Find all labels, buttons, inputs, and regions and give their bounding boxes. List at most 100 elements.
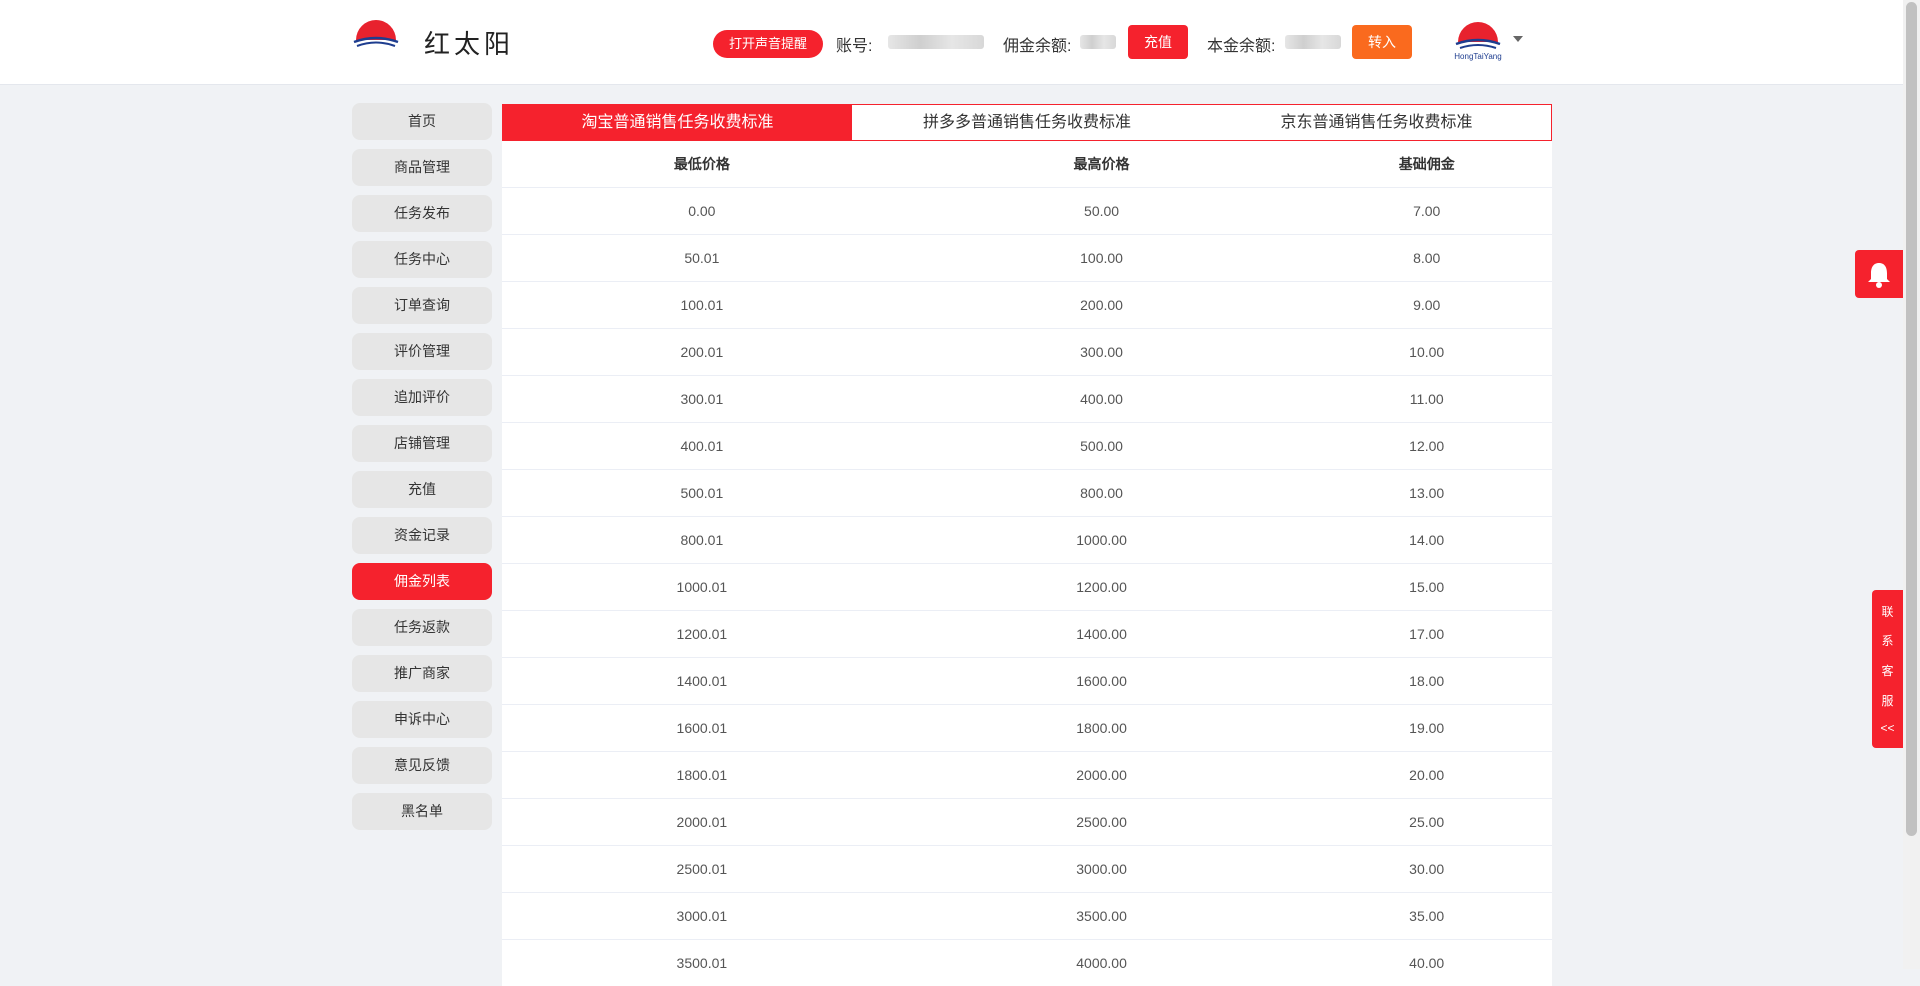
brand-logo[interactable]	[351, 18, 401, 60]
table-cell: 3000.00	[902, 846, 1302, 893]
table-cell: 200.00	[902, 282, 1302, 329]
table-cell: 400.01	[502, 423, 902, 470]
commission-balance-label: 佣金余额:	[1003, 32, 1071, 56]
scrollbar-thumb[interactable]	[1906, 2, 1917, 836]
table-cell: 25.00	[1301, 799, 1552, 846]
table-cell: 10.00	[1301, 329, 1552, 376]
table-row: 1600.011800.0019.00	[502, 705, 1552, 752]
sidebar-item[interactable]: 追加评价	[352, 379, 492, 416]
brand-name: 红太阳	[424, 24, 514, 61]
table-cell: 4000.00	[902, 940, 1302, 986]
table-cell: 800.01	[502, 517, 902, 564]
top-header: 红太阳 打开声音提醒 账号: 佣金余额: 充值 本金余额: 转入 HongTai…	[0, 0, 1903, 85]
table-cell: 0.00	[502, 188, 902, 235]
table-cell: 800.00	[902, 470, 1302, 517]
sidebar-item[interactable]: 申诉中心	[352, 701, 492, 738]
table-cell: 13.00	[1301, 470, 1552, 517]
table-cell: 1000.01	[502, 564, 902, 611]
sidebar-item[interactable]: 任务返款	[352, 609, 492, 646]
customer-service-char: 联	[1881, 603, 1893, 620]
col-max-price: 最高价格	[902, 141, 1302, 188]
bell-icon	[1855, 250, 1903, 298]
customer-service-char: 客	[1881, 662, 1893, 679]
table-cell: 14.00	[1301, 517, 1552, 564]
table-cell: 17.00	[1301, 611, 1552, 658]
table-cell: 30.00	[1301, 846, 1552, 893]
sidebar-item[interactable]: 黑名单	[352, 793, 492, 830]
table-cell: 2000.01	[502, 799, 902, 846]
table-row: 100.01200.009.00	[502, 282, 1552, 329]
notification-button[interactable]	[1855, 250, 1903, 298]
table-row: 0.0050.007.00	[502, 188, 1552, 235]
sound-alert-button[interactable]: 打开声音提醒	[713, 30, 823, 58]
page-scrollbar[interactable]	[1903, 0, 1920, 969]
sidebar-item[interactable]: 商品管理	[352, 149, 492, 186]
sidebar-item[interactable]: 订单查询	[352, 287, 492, 324]
sidebar-item[interactable]: 佣金列表	[352, 563, 492, 600]
table-cell: 500.00	[902, 423, 1302, 470]
platform-tabs: 淘宝普通销售任务收费标准 拼多多普通销售任务收费标准 京东普通销售任务收费标准	[502, 104, 1552, 141]
table-cell: 3500.00	[902, 893, 1302, 940]
col-min-price: 最低价格	[502, 141, 902, 188]
sidebar-item[interactable]: 推广商家	[352, 655, 492, 692]
customer-service-tab[interactable]: 联系客服 <<	[1872, 590, 1903, 748]
table-cell: 11.00	[1301, 376, 1552, 423]
table-row: 1400.011600.0018.00	[502, 658, 1552, 705]
recharge-button[interactable]: 充值	[1128, 25, 1188, 59]
table-row: 800.011000.0014.00	[502, 517, 1552, 564]
table-cell: 50.01	[502, 235, 902, 282]
table-row: 1200.011400.0017.00	[502, 611, 1552, 658]
table-row: 3000.013500.0035.00	[502, 893, 1552, 940]
table-cell: 8.00	[1301, 235, 1552, 282]
table-cell: 100.01	[502, 282, 902, 329]
table-cell: 50.00	[902, 188, 1302, 235]
table-cell: 300.00	[902, 329, 1302, 376]
col-base-commission: 基础佣金	[1301, 141, 1552, 188]
table-cell: 1200.00	[902, 564, 1302, 611]
table-row: 1800.012000.0020.00	[502, 752, 1552, 799]
table-cell: 19.00	[1301, 705, 1552, 752]
table-cell: 3000.01	[502, 893, 902, 940]
table-cell: 7.00	[1301, 188, 1552, 235]
table-cell: 1000.00	[902, 517, 1302, 564]
tab-pinduoduo[interactable]: 拼多多普通销售任务收费标准	[852, 105, 1202, 140]
tab-taobao[interactable]: 淘宝普通销售任务收费标准	[503, 105, 852, 140]
transfer-in-button[interactable]: 转入	[1352, 25, 1412, 59]
table-cell: 1800.01	[502, 752, 902, 799]
sidebar-item[interactable]: 评价管理	[352, 333, 492, 370]
commission-table: 最低价格 最高价格 基础佣金 0.0050.007.0050.01100.008…	[502, 141, 1552, 986]
table-row: 1000.011200.0015.00	[502, 564, 1552, 611]
sidebar-item[interactable]: 意见反馈	[352, 747, 492, 784]
table-cell: 2000.00	[902, 752, 1302, 799]
table-row: 200.01300.0010.00	[502, 329, 1552, 376]
table-row: 2000.012500.0025.00	[502, 799, 1552, 846]
table-cell: 100.00	[902, 235, 1302, 282]
sidebar-item[interactable]: 任务发布	[352, 195, 492, 232]
customer-service-char: <<	[1880, 721, 1894, 735]
table-row: 2500.013000.0030.00	[502, 846, 1552, 893]
table-cell: 400.00	[902, 376, 1302, 423]
commission-balance-masked	[1080, 35, 1116, 49]
table-cell: 1800.00	[902, 705, 1302, 752]
customer-service-char: 系	[1881, 632, 1893, 649]
table-cell: 2500.01	[502, 846, 902, 893]
table-cell: 2500.00	[902, 799, 1302, 846]
table-cell: 40.00	[1301, 940, 1552, 986]
sidebar-item[interactable]: 充值	[352, 471, 492, 508]
sidebar-item[interactable]: 店铺管理	[352, 425, 492, 462]
table-cell: 1200.01	[502, 611, 902, 658]
table-cell: 35.00	[1301, 893, 1552, 940]
table-row: 400.01500.0012.00	[502, 423, 1552, 470]
sidebar-item[interactable]: 资金记录	[352, 517, 492, 554]
table-row: 500.01800.0013.00	[502, 470, 1552, 517]
customer-service-char: 服	[1881, 692, 1893, 709]
table-cell: 18.00	[1301, 658, 1552, 705]
user-avatar[interactable]: HongTaiYang	[1448, 18, 1508, 62]
sidebar-item[interactable]: 首页	[352, 103, 492, 140]
table-cell: 9.00	[1301, 282, 1552, 329]
table-cell: 300.01	[502, 376, 902, 423]
chevron-down-icon[interactable]	[1513, 36, 1523, 42]
table-cell: 500.01	[502, 470, 902, 517]
sidebar-item[interactable]: 任务中心	[352, 241, 492, 278]
tab-jd[interactable]: 京东普通销售任务收费标准	[1202, 105, 1551, 140]
